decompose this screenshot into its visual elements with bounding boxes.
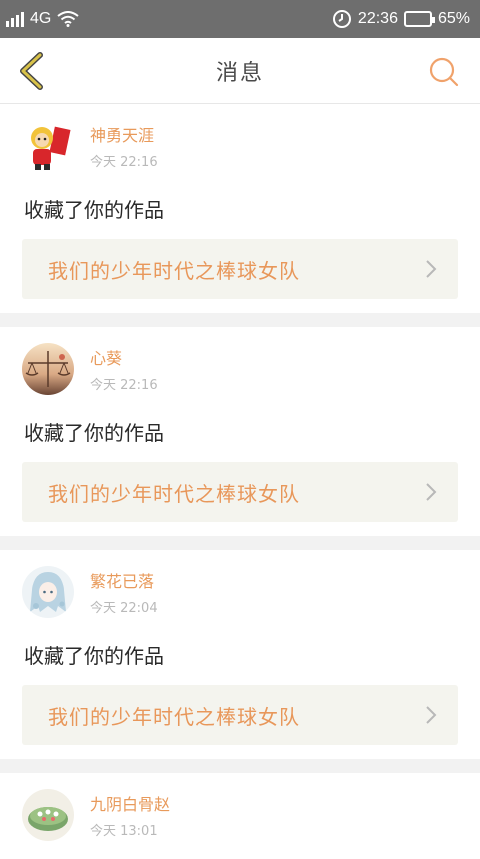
message-item: 心葵 今天 22:16 收藏了你的作品 我们的少年时代之棒球女队 [0, 327, 480, 536]
timestamp: 今天 22:04 [90, 601, 158, 616]
signal-icon [6, 11, 24, 27]
divider [0, 313, 480, 327]
user-meta: 神勇天涯 今天 22:16 [90, 122, 158, 170]
wifi-icon [57, 11, 79, 27]
status-left: 4G [6, 10, 79, 28]
timestamp: 今天 22:16 [90, 378, 158, 393]
chevron-right-icon [426, 260, 437, 278]
avatar[interactable] [22, 789, 74, 841]
avatar[interactable] [22, 566, 74, 618]
user-meta: 心葵 今天 22:16 [90, 345, 158, 393]
search-button[interactable] [426, 54, 462, 90]
divider [0, 536, 480, 550]
sunset-scale-avatar [22, 343, 74, 395]
action-text: 收藏了你的作品 [24, 421, 164, 445]
message-item: 九阴白骨赵 今天 13:01 [0, 773, 480, 859]
username[interactable]: 繁花已落 [90, 568, 158, 592]
message-header: 九阴白骨赵 今天 13:01 [22, 785, 458, 845]
battery-icon [403, 11, 435, 27]
avatar[interactable] [22, 120, 74, 172]
status-time: 22:36 [357, 10, 398, 27]
timestamp: 今天 22:16 [90, 155, 158, 170]
work-title: 我们的少年时代之棒球女队 [48, 704, 300, 729]
monkey-king-avatar [22, 120, 74, 172]
username[interactable]: 心葵 [90, 345, 158, 369]
user-meta: 繁花已落 今天 22:04 [90, 568, 158, 616]
work-link[interactable]: 我们的少年时代之棒球女队 [22, 239, 458, 299]
message-item: 繁花已落 今天 22:04 收藏了你的作品 我们的少年时代之棒球女队 [0, 550, 480, 759]
work-title: 我们的少年时代之棒球女队 [48, 258, 300, 283]
message-header: 神勇天涯 今天 22:16 [22, 116, 458, 176]
anime-girl-avatar [22, 566, 74, 618]
avatar[interactable] [22, 343, 74, 395]
back-button[interactable] [10, 50, 52, 92]
chevron-right-icon [426, 483, 437, 501]
work-link[interactable]: 我们的少年时代之棒球女队 [22, 685, 458, 745]
divider [0, 759, 480, 773]
work-link[interactable]: 我们的少年时代之棒球女队 [22, 462, 458, 522]
username[interactable]: 神勇天涯 [90, 122, 158, 146]
page-title: 消息 [215, 60, 264, 86]
work-title: 我们的少年时代之棒球女队 [48, 481, 300, 506]
cake-avatar [22, 789, 74, 841]
message-item: 神勇天涯 今天 22:16 收藏了你的作品 我们的少年时代之棒球女队 [0, 104, 480, 313]
action-text: 收藏了你的作品 [24, 644, 164, 668]
chevron-right-icon [426, 706, 437, 724]
timestamp: 今天 13:01 [90, 824, 158, 839]
username[interactable]: 九阴白骨赵 [90, 791, 170, 815]
battery-percent: 65% [437, 10, 470, 27]
message-header: 繁花已落 今天 22:04 [22, 562, 458, 622]
chevron-left-icon [20, 52, 43, 90]
action-text: 收藏了你的作品 [24, 198, 164, 222]
message-list: 神勇天涯 今天 22:16 收藏了你的作品 我们的少年时代之棒球女队 心葵 今天… [0, 104, 480, 859]
network-type: 4G [30, 10, 52, 27]
alarm-icon [332, 10, 351, 28]
status-bar: 4G 22:36 65% [0, 0, 480, 38]
message-header: 心葵 今天 22:16 [22, 339, 458, 399]
status-right: 22:36 65% [332, 9, 470, 29]
app-header: 消息 [0, 38, 480, 104]
search-icon [429, 57, 459, 87]
user-meta: 九阴白骨赵 今天 13:01 [90, 791, 170, 839]
